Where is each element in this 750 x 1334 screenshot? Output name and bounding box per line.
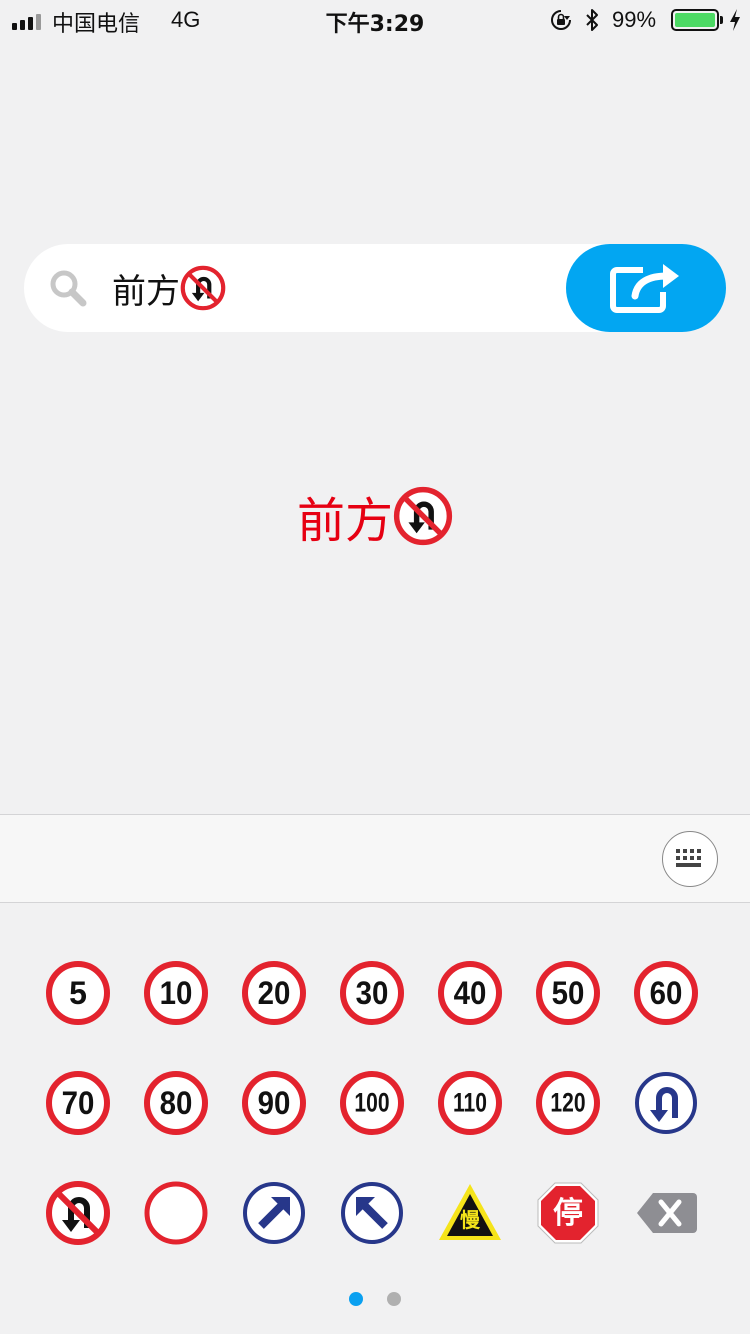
search-text: 前方 xyxy=(112,271,180,312)
sign-label: 60 xyxy=(650,975,683,1011)
speed-limit-60-sign-icon: 60 xyxy=(634,961,698,1025)
sign-grid: 5 10 20 30 40 50 60 70 80 90 100 110 120 xyxy=(29,938,717,1268)
sign-key[interactable]: 100 xyxy=(323,1048,421,1158)
sign-key[interactable]: 60 xyxy=(617,938,715,1048)
sign-key[interactable]: 停 xyxy=(519,1158,617,1268)
sign-key[interactable]: 5 xyxy=(29,938,127,1048)
sign-key[interactable]: 30 xyxy=(323,938,421,1048)
keyboard-toggle-button[interactable] xyxy=(662,831,718,887)
u-turn-sign-icon xyxy=(635,1072,697,1134)
speed-limit-70-sign-icon: 70 xyxy=(46,1071,110,1135)
page-dot[interactable] xyxy=(349,1292,363,1306)
sign-label: 120 xyxy=(550,1088,585,1118)
arrow-up-right-sign-icon xyxy=(243,1182,305,1244)
speed-limit-120-sign-icon: 120 xyxy=(536,1071,600,1135)
sign-label: 停 xyxy=(553,1196,583,1231)
charging-icon xyxy=(730,9,740,31)
sign-key[interactable]: 90 xyxy=(225,1048,323,1158)
keyboard-icon xyxy=(676,849,701,867)
page-indicator xyxy=(0,1292,750,1306)
bluetooth-icon xyxy=(586,9,598,31)
no-vehicles-sign-icon xyxy=(144,1181,208,1245)
no-u-turn-icon xyxy=(393,486,453,546)
search-bar[interactable]: 前方 xyxy=(24,244,726,332)
sign-label: 慢 xyxy=(460,1208,481,1232)
no-u-turn-icon xyxy=(180,265,226,311)
no-u-turn-sign-icon xyxy=(46,1181,110,1245)
sign-key[interactable]: 20 xyxy=(225,938,323,1048)
speed-limit-5-sign-icon: 5 xyxy=(46,961,110,1025)
slow-sign-icon: 慢 xyxy=(439,1184,501,1240)
sign-label: 40 xyxy=(454,975,487,1011)
speed-limit-90-sign-icon: 90 xyxy=(242,1071,306,1135)
speed-limit-30-sign-icon: 30 xyxy=(340,961,404,1025)
speed-limit-40-sign-icon: 40 xyxy=(438,961,502,1025)
preview: 前方 xyxy=(0,474,750,558)
stop-sign-icon: 停 xyxy=(537,1182,599,1244)
sign-label: 110 xyxy=(453,1088,487,1118)
sign-key[interactable] xyxy=(29,1158,127,1268)
speed-limit-50-sign-icon: 50 xyxy=(536,961,600,1025)
arrow-up-left-sign-icon xyxy=(341,1182,403,1244)
sign-key[interactable] xyxy=(323,1158,421,1268)
preview-no-u-turn-sign-icon xyxy=(393,486,453,546)
search-input[interactable]: 前方 xyxy=(112,264,226,312)
share-button[interactable] xyxy=(566,244,726,332)
orientation-lock-icon xyxy=(551,10,571,30)
battery-icon xyxy=(671,9,719,31)
sign-label: 80 xyxy=(160,1085,193,1121)
sign-key[interactable]: 10 xyxy=(127,938,225,1048)
status-bar: 中国电信 4G 下午3:29 99% xyxy=(0,0,750,40)
sign-label: 90 xyxy=(258,1085,291,1121)
sign-key[interactable]: 40 xyxy=(421,938,519,1048)
page-dot[interactable] xyxy=(387,1292,401,1306)
keyboard-toolbar xyxy=(0,814,750,903)
speed-limit-100-sign-icon: 100 xyxy=(340,1071,404,1135)
speed-limit-80-sign-icon: 80 xyxy=(144,1071,208,1135)
sign-key[interactable]: 110 xyxy=(421,1048,519,1158)
sign-label: 70 xyxy=(62,1085,95,1121)
battery-percent: 99% xyxy=(612,7,657,32)
sign-label: 20 xyxy=(258,975,291,1011)
preview-text: 前方 xyxy=(296,493,393,549)
share-icon xyxy=(610,264,679,313)
sign-key[interactable]: 慢 xyxy=(421,1158,519,1268)
sign-label: 5 xyxy=(69,975,87,1011)
sign-label: 10 xyxy=(160,975,193,1011)
speed-limit-10-sign-icon: 10 xyxy=(144,961,208,1025)
sign-key[interactable] xyxy=(225,1158,323,1268)
sign-key[interactable]: 70 xyxy=(29,1048,127,1158)
sign-label: 50 xyxy=(552,975,585,1011)
sign-key[interactable]: 120 xyxy=(519,1048,617,1158)
search-icon xyxy=(50,270,87,307)
sign-key[interactable] xyxy=(127,1158,225,1268)
sign-key[interactable] xyxy=(617,1048,715,1158)
no-u-turn-sign-icon xyxy=(180,265,226,311)
delete-button[interactable] xyxy=(617,1158,715,1268)
sign-key[interactable]: 80 xyxy=(127,1048,225,1158)
sign-label: 30 xyxy=(356,975,389,1011)
battery-tip xyxy=(720,16,723,24)
sign-label: 100 xyxy=(354,1088,389,1118)
sign-key[interactable]: 50 xyxy=(519,938,617,1048)
delete-icon xyxy=(637,1193,697,1233)
speed-limit-20-sign-icon: 20 xyxy=(242,961,306,1025)
speed-limit-110-sign-icon: 110 xyxy=(438,1071,502,1135)
